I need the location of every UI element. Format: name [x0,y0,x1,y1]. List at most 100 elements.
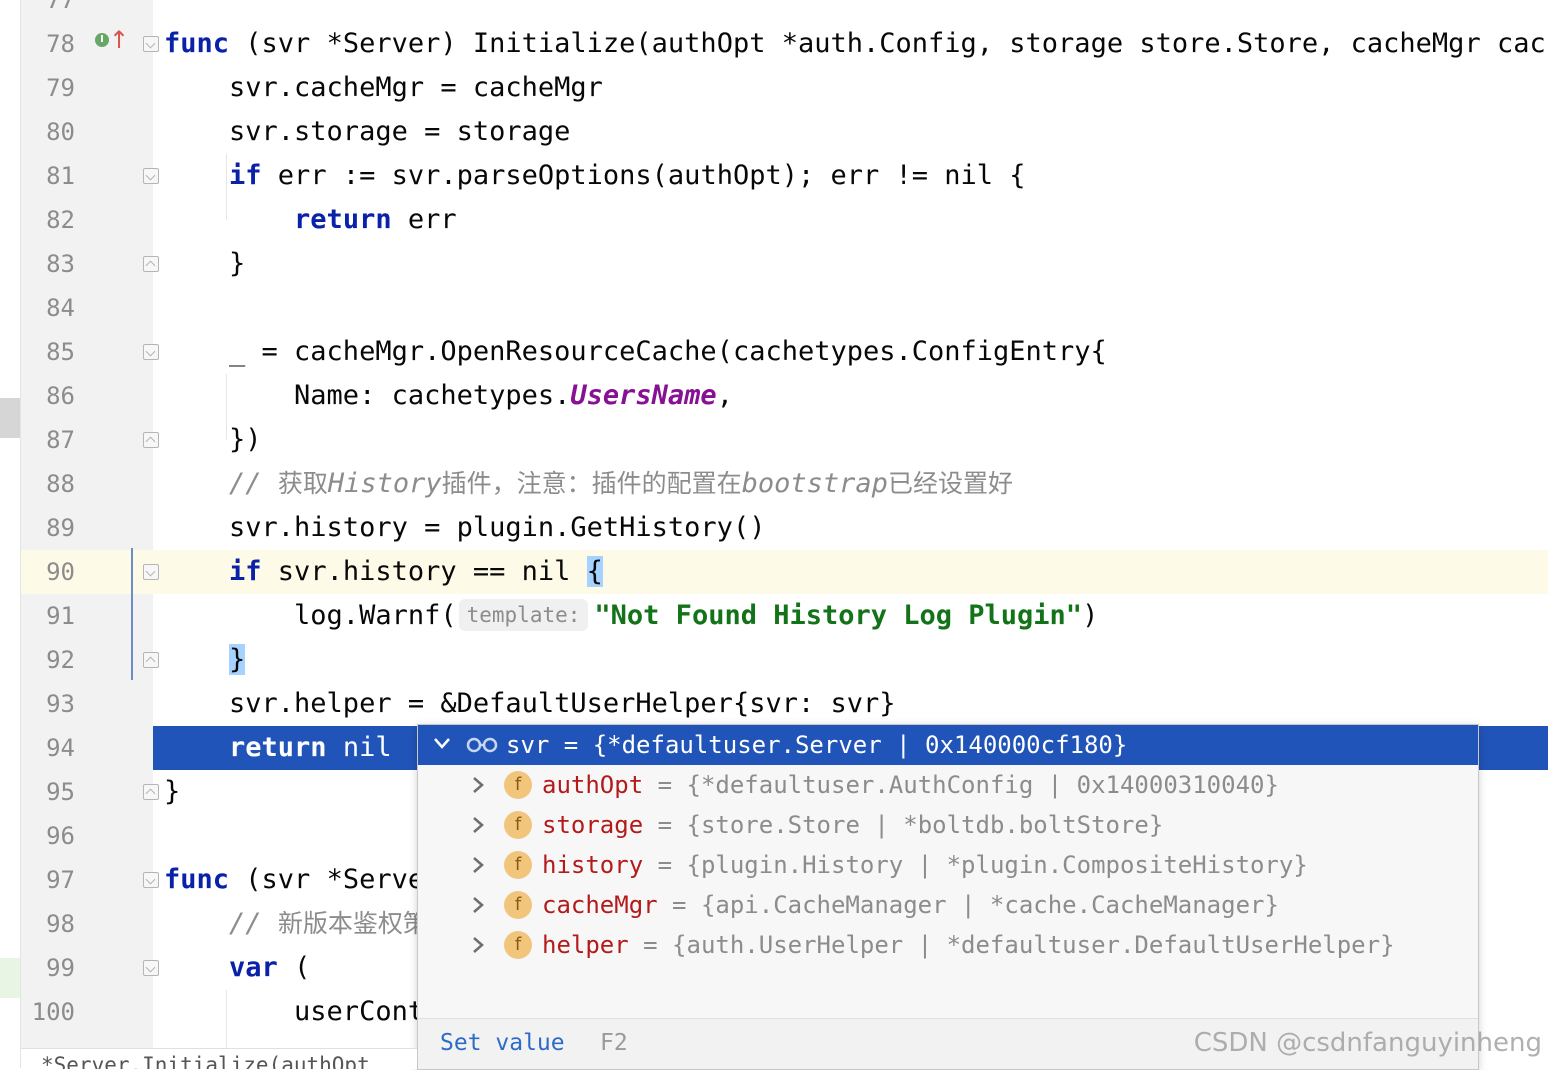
code-text[interactable]: log.Warnf(template: "Not Found History Lo… [153,594,1548,638]
code-text[interactable]: return err [153,198,1548,242]
line-number[interactable]: 96 [21,814,75,858]
implements-icon[interactable]: I [95,33,109,47]
vcs-change-marker[interactable] [131,548,133,680]
field-name: storage [542,811,644,839]
code-text[interactable] [153,0,1548,22]
code-text[interactable] [153,286,1548,330]
line-number[interactable]: 92 [21,638,75,682]
set-value-link[interactable]: Set value [440,1027,565,1059]
chevron-right-icon[interactable] [470,815,486,835]
popup-field-row[interactable]: f storage = {store.Store | *boltdb.boltSt… [418,805,1478,845]
line-number[interactable]: 99 [21,946,75,990]
code-line[interactable]: 78 func (svr *Server) Initialize(authOpt … [21,22,1548,66]
code-token: , [716,380,733,411]
code-line[interactable]: 89 svr.history = plugin.GetHistory() [21,506,1548,550]
code-line[interactable]: 80 svr.storage = storage [21,110,1548,154]
code-line[interactable]: 81 if err := svr.parseOptions(authOpt); … [21,154,1548,198]
code-line[interactable]: 92 } [21,638,1548,682]
line-number[interactable]: 100 [21,990,75,1034]
line-number[interactable]: 93 [21,682,75,726]
line-number[interactable]: 88 [21,462,75,506]
chevron-right-icon[interactable] [470,895,486,915]
popup-field-row[interactable]: f history = {plugin.History | *plugin.Com… [418,845,1478,885]
line-number[interactable]: 86 [21,374,75,418]
code-text[interactable]: } [153,638,1548,682]
line-number[interactable]: 82 [21,198,75,242]
go-to-super-icon[interactable]: ↑ [109,26,129,54]
popup-root-value: svr = {*defaultuser.Server | 0x140000cf1… [506,731,1128,759]
breadcrumb-text[interactable]: *Server.Initialize(authOpt [41,1053,370,1069]
code-text[interactable]: svr.history = plugin.GetHistory() [153,506,1548,550]
left-scroll-marker [0,398,20,438]
code-token: } [229,644,246,675]
line-number[interactable]: 79 [21,66,75,110]
indent-guide [226,374,227,440]
code-line[interactable]: 91 log.Warnf(template: "Not Found History… [21,594,1548,638]
line-number[interactable]: 84 [21,286,75,330]
field-value: = {*defaultuser.AuthConfig | 0x140003100… [643,771,1279,799]
code-token: userCont [164,996,425,1027]
code-line[interactable]: 87 }) [21,418,1548,462]
chevron-right-icon[interactable] [470,775,486,795]
line-number[interactable]: 98 [21,902,75,946]
line-number[interactable]: 77 [21,0,75,22]
indent-guide [226,154,227,220]
code-line[interactable]: 85 _ = cacheMgr.OpenResourceCache(cachet… [21,330,1548,374]
line-number[interactable]: 89 [21,506,75,550]
breadcrumb[interactable]: *Server.Initialize(authOpt [21,1048,417,1069]
field-value: = {api.CacheManager | *cache.CacheManage… [657,891,1279,919]
field-icon: f [504,851,532,879]
debug-variable-popup[interactable]: svr = {*defaultuser.Server | 0x140000cf1… [417,724,1479,1070]
code-line[interactable]: 83 } [21,242,1548,286]
line-number[interactable]: 87 [21,418,75,462]
code-line[interactable]: 88 // 获取History插件，注意：插件的配置在bootstrap已经设置… [21,462,1548,506]
line-number[interactable]: 78 [21,22,75,66]
code-token: UsersName [570,380,717,411]
code-line[interactable]: 79 svr.cacheMgr = cacheMgr [21,66,1548,110]
popup-field-row[interactable]: f authOpt = {*defaultuser.AuthConfig | 0x… [418,765,1478,805]
code-line[interactable]: 93 svr.helper = &DefaultUserHelper{svr: … [21,682,1548,726]
line-number[interactable]: 94 [21,726,75,770]
left-change-marker [0,958,20,998]
code-text[interactable]: if err := svr.parseOptions(authOpt); err… [153,154,1548,198]
code-line[interactable]: 77 [21,0,1548,22]
line-number[interactable]: 85 [21,330,75,374]
code-text[interactable]: if svr.history == nil { [153,550,1548,594]
code-text[interactable]: svr.storage = storage [153,110,1548,154]
code-token: bootstrap [741,468,888,499]
code-text[interactable]: func (svr *Server) Initialize(authOpt *a… [153,22,1548,66]
popup-field-row[interactable]: f helper = {auth.UserHelper | *defaultuse… [418,925,1478,965]
code-text[interactable]: // 获取History插件，注意：插件的配置在bootstrap已经设置好 [153,462,1548,506]
line-number[interactable]: 83 [21,242,75,286]
code-token: "Not Found History Log Plugin" [594,600,1083,631]
field-name: helper [542,931,629,959]
code-text[interactable]: svr.cacheMgr = cacheMgr [153,66,1548,110]
line-number[interactable]: 81 [21,154,75,198]
code-text[interactable]: svr.helper = &DefaultUserHelper{svr: svr… [153,682,1548,726]
chevron-right-icon[interactable] [470,935,486,955]
code-line[interactable]: 82 return err [21,198,1548,242]
code-line[interactable]: 90 if svr.history == nil { [21,550,1548,594]
chevron-right-icon[interactable] [470,855,486,875]
code-token: err := svr.parseOptions(authOpt); err !=… [261,160,1026,191]
code-token: ) [1082,600,1099,631]
line-number[interactable]: 91 [21,594,75,638]
code-text[interactable]: } [153,242,1548,286]
code-line[interactable]: 84 [21,286,1548,330]
line-number[interactable]: 97 [21,858,75,902]
popup-field-row[interactable]: f cacheMgr = {api.CacheManager | *cache.C… [418,885,1478,925]
code-line[interactable]: 86 Name: cachetypes.UsersName, [21,374,1548,418]
popup-root-row[interactable]: svr = {*defaultuser.Server | 0x140000cf1… [418,725,1478,765]
code-token: func [164,864,230,895]
code-text[interactable]: }) [153,418,1548,462]
code-text[interactable]: Name: cachetypes.UsersName, [153,374,1548,418]
code-token: }) [164,424,262,455]
chevron-down-icon[interactable] [432,733,452,753]
line-number[interactable]: 95 [21,770,75,814]
line-number[interactable]: 80 [21,110,75,154]
line-number[interactable]: 90 [21,550,75,594]
code-text[interactable]: _ = cacheMgr.OpenResourceCache(cachetype… [153,330,1548,374]
